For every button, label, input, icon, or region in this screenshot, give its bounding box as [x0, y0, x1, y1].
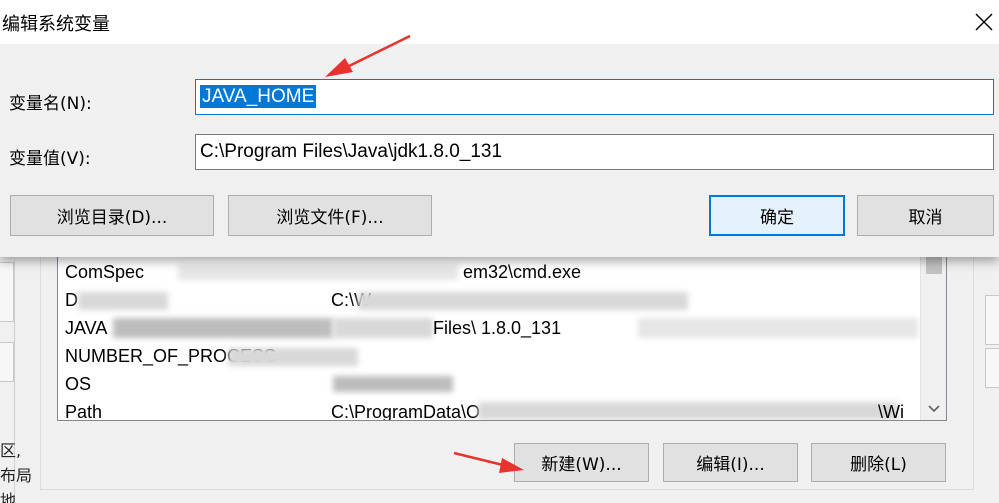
blurred-region	[358, 292, 688, 310]
blurred-region	[78, 292, 168, 310]
variable-value: Files\ 1.8.0_131	[433, 318, 562, 338]
annotation-arrow-icon	[453, 451, 524, 473]
variable-name: JAVA	[65, 318, 108, 338]
variable-value-tail: \Wi	[878, 402, 904, 421]
blurred-region	[333, 376, 453, 392]
edge-text: 地	[0, 491, 17, 503]
blurred-region	[638, 318, 918, 338]
edit-system-variable-dialog: 编辑系统变量 变量名(N): JAVA_HOME 变量值(V): C:\Prog…	[0, 0, 999, 257]
selected-text: JAVA_HOME	[200, 85, 317, 108]
edit-button[interactable]: 编辑(I)...	[663, 443, 798, 482]
dialog-title: 编辑系统变量	[2, 14, 110, 35]
table-row[interactable]: Path C:\ProgramData\O \Wi	[58, 398, 928, 421]
edge-text: 布局	[0, 466, 33, 485]
blurred-region	[178, 264, 458, 280]
left-partial-control	[0, 262, 14, 322]
blurred-region	[333, 318, 433, 338]
chevron-down-icon[interactable]	[926, 402, 942, 416]
table-row[interactable]: NUMBER_OF_PROCESS	[58, 342, 928, 370]
variable-value-field[interactable]: C:\Program Files\Java\jdk1.8.0_131	[195, 134, 994, 170]
close-icon[interactable]	[974, 12, 994, 32]
close-button[interactable]	[964, 0, 999, 44]
variable-name: ComSpec	[65, 262, 145, 282]
table-row[interactable]: ComSpec em32\cmd.exe	[58, 258, 928, 286]
right-partial-control	[985, 295, 999, 345]
variable-name: Path	[65, 402, 103, 421]
title-bar: 编辑系统变量	[0, 0, 999, 44]
delete-button[interactable]: 删除(L)	[811, 443, 946, 482]
cancel-button[interactable]: 取消	[857, 195, 994, 236]
variable-name-field[interactable]: JAVA_HOME	[195, 79, 994, 115]
browse-file-button[interactable]: 浏览文件(F)...	[228, 195, 432, 236]
blurred-region	[228, 348, 358, 366]
annotation-arrow-icon	[325, 34, 411, 77]
system-variables-list[interactable]: ComSpec em32\cmd.exe D C:\W JAVA Files\ …	[57, 255, 947, 421]
blurred-region	[478, 402, 898, 420]
variable-name-label: 变量名(N):	[9, 94, 92, 114]
table-row[interactable]: JAVA Files\ 1.8.0_131	[58, 314, 928, 342]
new-button[interactable]: 新建(W)...	[514, 443, 649, 482]
variable-value: C:\ProgramData\O	[331, 402, 481, 421]
scrollbar-thumb[interactable]	[926, 256, 942, 274]
variable-value: em32\cmd.exe	[463, 262, 582, 282]
edge-text: 区,	[0, 441, 22, 460]
variable-value-label: 变量值(V):	[9, 149, 91, 169]
left-partial-control	[0, 342, 14, 382]
table-row[interactable]: OS	[58, 370, 928, 398]
vertical-scrollbar[interactable]	[920, 256, 946, 420]
browse-directory-button[interactable]: 浏览目录(D)...	[10, 195, 214, 236]
blurred-region	[113, 318, 333, 338]
right-partial-control	[985, 348, 999, 388]
ok-button[interactable]: 确定	[709, 195, 845, 236]
table-row[interactable]: D C:\W	[58, 286, 928, 314]
variable-name: D	[65, 290, 78, 310]
variable-name: OS	[65, 374, 92, 394]
